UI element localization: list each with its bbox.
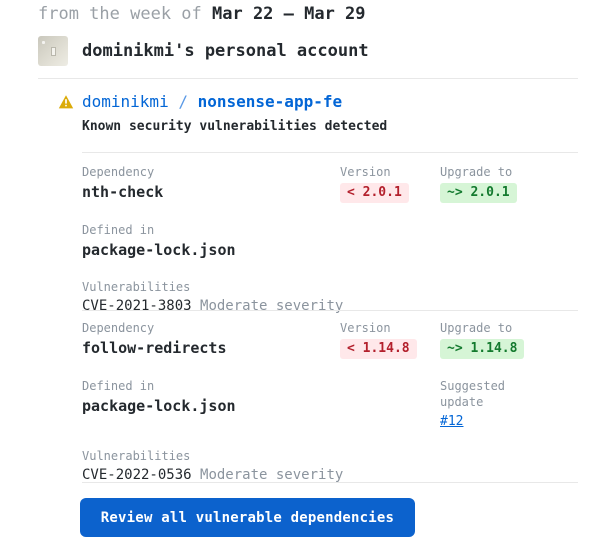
dependency-block-follow-redirects: Dependency follow-redirects Version < 1.… <box>82 320 578 485</box>
cve-severity-prefix <box>192 298 200 314</box>
cve-severity-prefix <box>192 467 200 483</box>
dependency-row-secondary: Defined in package-lock.json Suggested u… <box>82 378 578 429</box>
upgrade-to-label: Upgrade to <box>440 165 513 179</box>
version-badge: < 2.0.1 <box>340 183 409 203</box>
suggested-update-link[interactable]: #12 <box>440 414 463 429</box>
dependency-column: Dependency nth-check <box>82 164 340 202</box>
dependency-row-secondary: Defined in package-lock.json <box>82 222 578 260</box>
dependency-label: Dependency <box>82 321 155 335</box>
warning-triangle-icon <box>58 95 74 109</box>
account-header: dominikmi's personal account <box>38 36 369 66</box>
version-badge: < 1.14.8 <box>340 339 417 359</box>
repository-title-row: dominikmi / nonsense-app-fe <box>58 92 387 112</box>
vulnerability-entry: CVE-2021-3803 Moderate severity <box>82 297 578 316</box>
upgrade-to-label: Upgrade to <box>440 321 513 335</box>
version-column: Version < 2.0.1 <box>340 164 440 203</box>
cve-id: CVE-2022-0536 <box>82 467 192 483</box>
dependency-name: follow-redirects <box>82 339 227 357</box>
version-column: Version < 1.14.8 <box>340 320 440 359</box>
repository-owner[interactable]: dominikmi <box>82 92 169 111</box>
repository-subtitle: Known security vulnerabilities detected <box>82 119 388 134</box>
vulnerabilities-label: Vulnerabilities <box>82 280 191 294</box>
upgrade-column: Upgrade to ~> 2.0.1 <box>440 164 560 203</box>
defined-in-label: Defined in <box>82 379 155 393</box>
cve-severity: Moderate severity <box>200 298 344 314</box>
repository-link[interactable]: dominikmi / nonsense-app-fe <box>82 92 342 112</box>
dependency-row-primary: Dependency follow-redirects Version < 1.… <box>82 320 578 359</box>
repository-header: dominikmi / nonsense-app-fe Known securi… <box>58 92 387 134</box>
divider-between-dependencies <box>82 310 578 311</box>
account-name: dominikmi's personal account <box>82 41 369 61</box>
suggested-update-label: Suggested update <box>440 379 506 409</box>
repository-separator: / <box>168 92 198 111</box>
version-label: Version <box>340 321 391 335</box>
week-of-line: from the week of Mar 22 – Mar 29 <box>38 0 366 28</box>
divider-below-repo-header <box>82 152 578 153</box>
upgrade-to-badge: ~> 1.14.8 <box>440 339 525 359</box>
vulnerabilities-label: Vulnerabilities <box>82 449 191 463</box>
cve-id: CVE-2021-3803 <box>82 298 192 314</box>
avatar <box>38 36 68 66</box>
dependency-label: Dependency <box>82 165 155 179</box>
week-of-range: Mar 22 – Mar 29 <box>212 4 366 24</box>
defined-in-value: package-lock.json <box>82 397 236 415</box>
dependency-column: Dependency follow-redirects <box>82 320 340 358</box>
week-of-prefix: from the week of <box>38 4 212 24</box>
version-label: Version <box>340 165 391 179</box>
suggested-update-column: Suggested update #12 <box>440 378 560 429</box>
cve-severity: Moderate severity <box>200 467 344 483</box>
dependency-name: nth-check <box>82 183 164 201</box>
upgrade-column: Upgrade to ~> 1.14.8 <box>440 320 560 359</box>
vulnerabilities-row: Vulnerabilities CVE-2022-0536 Moderate s… <box>82 448 578 485</box>
divider-below-account <box>38 78 578 79</box>
defined-in-value: package-lock.json <box>82 241 236 259</box>
review-vulnerable-dependencies-button[interactable]: Review all vulnerable dependencies <box>80 498 415 537</box>
upgrade-to-badge: ~> 2.0.1 <box>440 183 517 203</box>
defined-in-column: Defined in package-lock.json <box>82 222 340 260</box>
dependency-block-nth-check: Dependency nth-check Version < 2.0.1 Upg… <box>82 164 578 316</box>
repository-name[interactable]: nonsense-app-fe <box>198 92 343 111</box>
dependency-row-primary: Dependency nth-check Version < 2.0.1 Upg… <box>82 164 578 203</box>
divider-above-button <box>82 482 578 483</box>
defined-in-label: Defined in <box>82 223 155 237</box>
defined-in-column: Defined in package-lock.json <box>82 378 340 416</box>
